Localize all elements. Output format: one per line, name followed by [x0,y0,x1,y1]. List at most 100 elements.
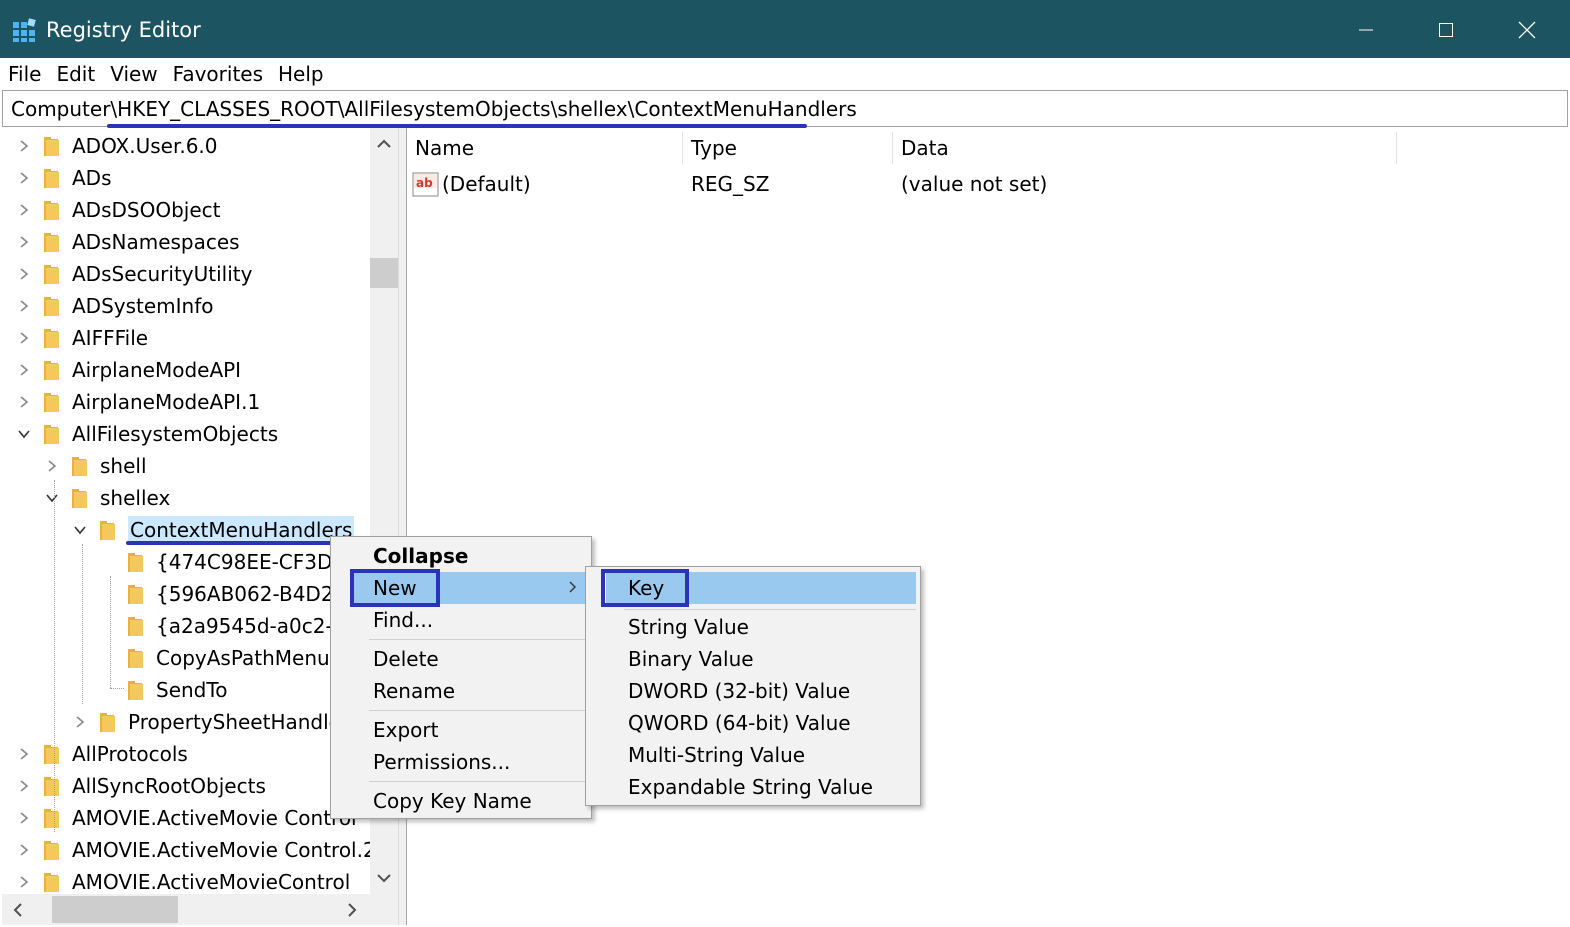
menu-item-rename[interactable]: Rename [331,675,591,707]
tree-item-label: ADs [72,166,112,190]
tree-item-label: shellex [100,486,171,510]
column-divider[interactable] [682,132,683,164]
maximize-button[interactable] [1416,10,1476,50]
address-path[interactable]: Computer\HKEY_CLASSES_ROOT\AllFilesystem… [11,97,857,121]
chevron-right-icon[interactable] [14,872,34,892]
chevron-right-icon[interactable] [14,136,34,156]
folder-icon [44,745,59,764]
chevron-right-icon[interactable] [14,840,34,860]
tree-item[interactable]: shellex [42,482,170,514]
tree-item[interactable]: ADsNamespaces [14,226,240,258]
folder-icon [128,553,143,572]
tree-item[interactable]: SendTo [98,674,227,706]
tree-item-label: {474C98EE-CF3D-4 [156,550,353,574]
vertical-scroll-thumb[interactable] [370,258,398,288]
tree-item[interactable]: AirplaneModeAPI.1 [14,386,260,418]
chevron-right-icon[interactable] [42,456,62,476]
submenu-item-qword-value[interactable]: QWORD (64-bit) Value [586,707,920,739]
horizontal-scroll-thumb[interactable] [52,896,178,923]
menu-edit[interactable]: Edit [56,60,95,88]
chevron-right-icon[interactable] [14,360,34,380]
tree-item[interactable]: ADsSecurityUtility [14,258,252,290]
chevron-right-icon[interactable] [14,744,34,764]
address-bar[interactable]: Computer\HKEY_CLASSES_ROOT\AllFilesystem… [2,90,1568,128]
tree-item[interactable]: shell [42,450,147,482]
submenu-item-expandable-string-value[interactable]: Expandable String Value [586,771,920,803]
column-divider[interactable] [1396,132,1397,164]
column-header-name[interactable]: Name [415,134,474,164]
tree-horizontal-scrollbar[interactable] [2,894,370,925]
chevron-right-icon[interactable] [14,168,34,188]
menu-item-permissions[interactable]: Permissions... [331,746,591,778]
chevron-right-icon[interactable] [14,200,34,220]
menu-item-copy-key-name[interactable]: Copy Key Name [331,785,591,817]
tree-item[interactable]: {a2a9545d-a0c2-42 [98,610,358,642]
minimize-button[interactable] [1336,10,1396,50]
scroll-down-button[interactable] [370,864,398,892]
scroll-left-button[interactable] [4,894,32,925]
chevron-right-icon[interactable] [14,328,34,348]
tree-item[interactable]: {596AB062-B4D2-4 [98,578,354,610]
submenu-item-dword-value[interactable]: DWORD (32-bit) Value [586,675,920,707]
menu-favorites[interactable]: Favorites [173,60,263,88]
column-header-data[interactable]: Data [901,134,949,164]
value-data: (value not set) [901,172,1048,196]
registry-editor-icon [13,18,36,42]
chevron-right-icon[interactable] [14,264,34,284]
chevron-right-icon[interactable] [14,776,34,796]
scroll-up-button[interactable] [370,130,398,158]
menu-item-find[interactable]: Find... [331,604,591,636]
tree-item[interactable]: AMOVIE.ActiveMovie Control.2 [14,834,376,866]
submenu-item-multi-string-value[interactable]: Multi-String Value [586,739,920,771]
submenu-item-binary-value[interactable]: Binary Value [586,643,920,675]
tree-item[interactable]: ADOX.User.6.0 [14,130,218,162]
minimize-icon [1359,29,1373,31]
tree-item-label: ADsNamespaces [72,230,240,254]
menu-help[interactable]: Help [278,60,324,88]
chevron-right-icon[interactable] [14,232,34,252]
tree-item[interactable]: AllSyncRootObjects [14,770,266,802]
menu-item-delete[interactable]: Delete [331,643,591,675]
scroll-right-button[interactable] [338,894,366,925]
chevron-down-icon[interactable] [42,488,62,508]
tree-item[interactable]: ADsDSOObject [14,194,220,226]
column-divider[interactable] [892,132,893,164]
column-header-type[interactable]: Type [691,134,737,164]
value-name[interactable]: (Default) [442,170,531,198]
tree-guide-line [110,688,124,689]
tree-item[interactable]: AllProtocols [14,738,188,770]
tree-item[interactable]: PropertySheetHandler [70,706,349,738]
tree-item[interactable]: AIFFFile [14,322,148,354]
chevron-right-icon[interactable] [14,392,34,412]
folder-icon [44,361,59,380]
tree-item-label: AllProtocols [72,742,188,766]
tree-item-label: AirplaneModeAPI.1 [72,390,261,414]
menu-item-collapse[interactable]: Collapse [331,540,591,572]
tree-item[interactable]: {474C98EE-CF3D-4 [98,546,352,578]
menu-file[interactable]: File [8,60,41,88]
chevron-down-icon[interactable] [14,424,34,444]
folder-icon [44,137,59,156]
tree-item[interactable]: AllFilesystemObjects [14,418,278,450]
close-button[interactable] [1497,10,1557,50]
chevron-right-icon[interactable] [14,808,34,828]
tree-item[interactable]: ADSystemInfo [14,290,214,322]
menu-view[interactable]: View [110,60,157,88]
tree-item-label: shell [100,454,147,478]
folder-icon [72,489,87,508]
chevron-right-icon[interactable] [70,712,90,732]
chevron-right-icon[interactable] [14,296,34,316]
tree-item[interactable]: CopyAsPathMenu [98,642,330,674]
submenu-item-string-value[interactable]: String Value [586,611,920,643]
menu-separator [369,639,585,640]
tree-item[interactable]: AMOVIE.ActiveMovie Control [14,802,357,834]
menu-item-export[interactable]: Export [331,714,591,746]
folder-icon [44,777,59,796]
chevron-down-icon[interactable] [70,520,90,540]
title-bar: Registry Editor [0,0,1570,58]
tree-item[interactable]: ADs [14,162,112,194]
tree-item-label: CopyAsPathMenu [156,646,330,670]
tree-item[interactable]: AirplaneModeAPI [14,354,241,386]
